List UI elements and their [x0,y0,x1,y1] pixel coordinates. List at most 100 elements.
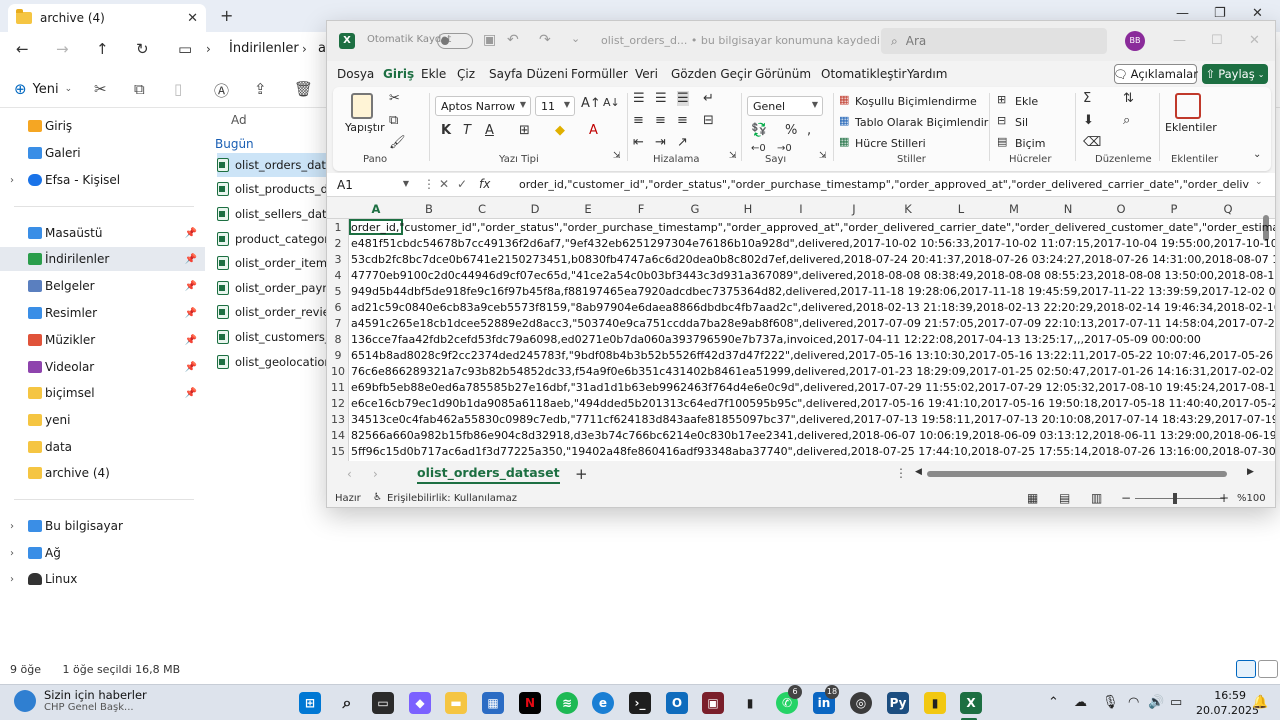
sidebar-item-music[interactable]: Müzikler 📌 [0,328,205,352]
sidebar-item-this-pc[interactable]: › Bu bilgisayar [0,514,205,538]
column-header[interactable]: E [561,202,615,216]
enter-icon[interactable]: ✓ [457,177,467,191]
tab-page-layout[interactable]: Sayfa Düzeni [489,67,568,81]
row-header[interactable]: 2 [327,237,349,250]
rename-icon[interactable]: Ⓐ [214,80,229,101]
table-row[interactable]: 949d5b44dbf5de918fe9c16f97b45f8a,f881974… [351,285,1275,298]
copilot-icon[interactable]: ◆ [409,692,431,714]
monitor-icon[interactable]: ▭ [178,40,192,58]
insert-cells-icon[interactable]: ⊞ [997,93,1006,106]
row-header[interactable]: 15 [327,445,349,458]
breadcrumb-archive[interactable]: a [318,41,326,56]
sidebar-item-yeni[interactable]: yeni [0,408,205,432]
more-options-icon[interactable]: ⋮ [895,466,907,480]
chevron-right-icon[interactable]: › [10,574,14,585]
currency-icon[interactable]: 💱 [751,123,767,138]
comments-button[interactable]: 🗨 Açıklamalar [1113,64,1198,84]
tab-insert[interactable]: Ekle [421,67,446,81]
column-header[interactable]: M [987,202,1041,216]
row-header[interactable]: 11 [327,381,349,394]
table-row[interactable]: e6ce16cb79ec1d90b1da9085a6118aeb,"494dde… [351,397,1275,410]
minimize-icon[interactable]: — [1176,6,1189,21]
column-header[interactable]: C [455,202,509,216]
paste-icon[interactable] [351,93,373,119]
onedrive-cloud-icon[interactable]: ☁ [1074,695,1087,710]
format-painter-icon[interactable]: 🖌 [389,135,406,150]
store-icon[interactable]: ▦ [482,692,504,714]
chevron-right-icon[interactable]: › [10,548,14,559]
addins-icon[interactable] [1175,93,1201,119]
autosave-toggle[interactable] [437,33,473,49]
chevron-right-icon[interactable]: › [10,521,14,532]
sidebar-item-home[interactable]: Giriş [0,114,205,138]
file-item[interactable]: olist_geolocation_dataset [217,350,337,374]
fill-icon[interactable]: ⬇ [1083,113,1094,128]
add-sheet-icon[interactable]: + [575,465,588,483]
column-header[interactable]: Q [1201,202,1255,216]
column-header[interactable]: P [1147,202,1201,216]
italic-icon[interactable]: T [463,123,471,138]
row-header[interactable]: 4 [327,269,349,282]
zoom-slider-thumb[interactable] [1173,493,1177,504]
sidebar-item-pictures[interactable]: Resimler 📌 [0,301,205,325]
edge-icon[interactable]: e [592,692,614,714]
increase-font-icon[interactable]: A↑ [581,96,601,111]
volume-icon[interactable]: 🔊 [1148,695,1164,710]
terminal-icon[interactable]: ›_ [629,692,651,714]
clear-icon[interactable]: ⌫ [1083,135,1101,150]
table-row[interactable]: 34513ce0c4fab462a55830c0989c7edb,"7711cf… [351,413,1275,426]
paste-icon[interactable]: ▯ [174,80,182,98]
new-tab-icon[interactable]: + [220,6,233,25]
search-icon[interactable]: ⌕ [336,692,358,714]
refresh-icon[interactable]: ↻ [136,40,149,58]
column-header[interactable]: D [508,202,562,216]
group-header-today[interactable]: Bugün [215,137,254,151]
media-icon[interactable]: ▣ [702,692,724,714]
maximize-icon[interactable]: ❐ [1214,6,1226,21]
number-format-select[interactable]: Genel ▼ [747,96,823,116]
copy-icon[interactable]: ⧉ [389,113,398,128]
table-row[interactable]: 5ff96c15d0b717ac6ad1f3d77225a350,"19402a… [351,445,1275,458]
column-header[interactable]: K [881,202,935,216]
percent-icon[interactable]: % [785,123,797,138]
row-header[interactable]: 12 [327,397,349,410]
increase-indent-icon[interactable]: ⇥ [655,135,666,150]
minimize-icon[interactable]: — [1173,33,1186,48]
tab-draw[interactable]: Çiz [457,67,475,81]
chevron-right-icon[interactable]: › [10,175,14,186]
row-header[interactable]: 5 [327,285,349,298]
borders-icon[interactable]: ⊞ [519,123,530,138]
table-row[interactable]: 76c6e866289321a7c93b82b54852dc33,f54a9f0… [351,365,1275,378]
share-button[interactable]: ⇧ Paylaş ⌄ [1202,64,1268,84]
format-cells-button[interactable]: Biçim [1015,137,1045,150]
excel-taskbar-icon[interactable]: X [960,692,982,714]
file-item[interactable]: olist_orders_dataset [217,153,337,177]
tab-review[interactable]: Gözden Geçir [671,67,752,81]
align-right-icon[interactable]: ≡ [677,113,688,128]
redo-icon[interactable]: ↷ [539,32,551,48]
find-select-icon[interactable]: ⌕ [1123,113,1130,128]
new-button[interactable]: ⊕ Yeni ⌄ [14,80,72,98]
details-view-button[interactable] [1236,660,1256,678]
column-header-name[interactable]: Ad [231,113,247,127]
column-header[interactable]: F [614,202,668,216]
delete-cells-icon[interactable]: ⊟ [997,114,1006,127]
start-windows-icon[interactable]: ⊞ [299,692,321,714]
cell-styles-icon[interactable]: ▦ [839,135,849,148]
column-header[interactable]: B [402,202,456,216]
name-box[interactable]: A1 ▼ [333,175,415,195]
file-item[interactable]: olist_order_items_dataset [217,251,337,275]
merge-icon[interactable]: ⊟ [703,113,714,128]
sidebar-item-desktop[interactable]: Masaüstü 📌 [0,221,205,245]
sidebar-item-onedrive[interactable]: › Efsa - Kişisel [0,168,205,192]
font-size-select[interactable]: 11 ▼ [535,96,575,116]
sidebar-item-network[interactable]: › Ağ [0,541,205,565]
customize-toolbar-icon[interactable]: ⌄ [571,32,580,45]
table-row[interactable]: e69bfb5eb88e0ed6a785585b27e16dbf,"31ad1d… [351,381,1275,394]
task-view-icon[interactable]: ▭ [372,692,394,714]
maximize-icon[interactable]: ☐ [1211,33,1223,48]
document-title[interactable]: olist_orders_d... • bu bilgisayar konumu… [601,34,906,47]
chevron-up-icon[interactable]: ⌃ [1048,695,1059,710]
file-item[interactable]: product_category_name_translation [217,227,337,251]
column-header[interactable]: O [1094,202,1148,216]
